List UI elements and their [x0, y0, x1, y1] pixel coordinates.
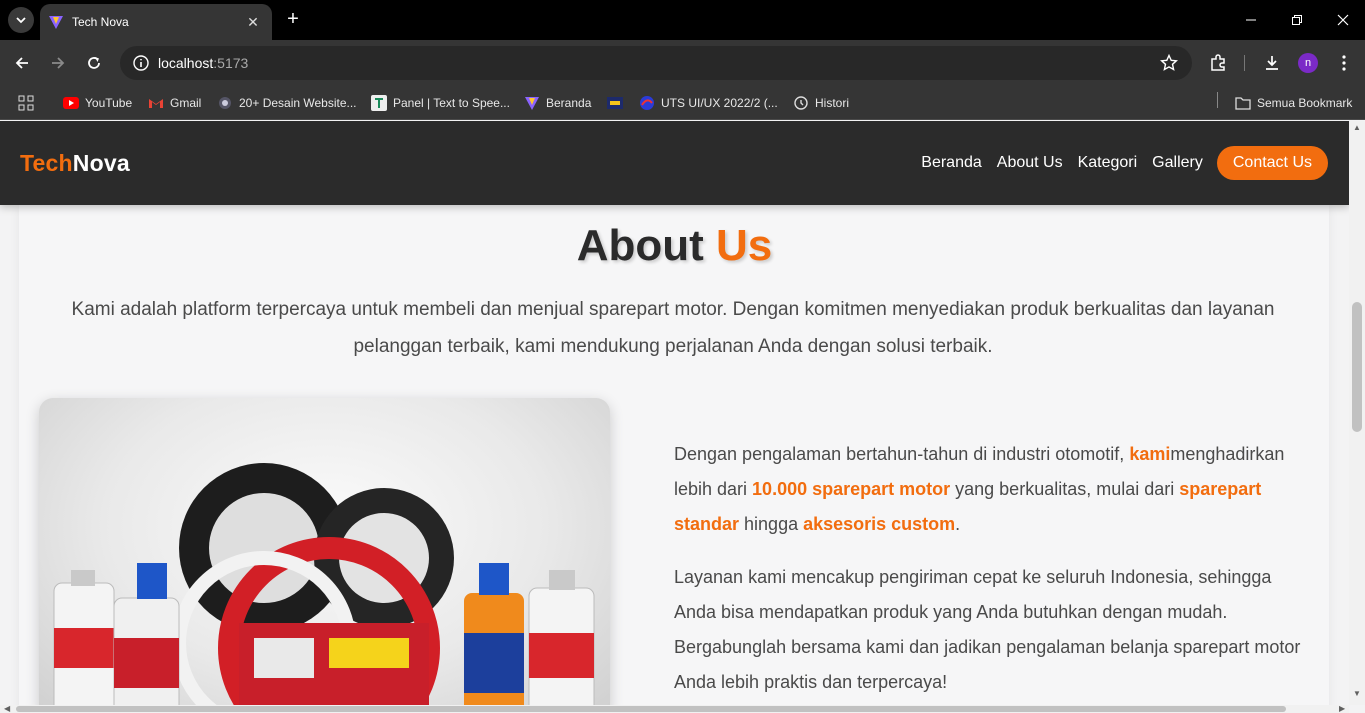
- browser-tab-active[interactable]: Tech Nova ✕: [40, 4, 272, 40]
- minimize-icon[interactable]: [1228, 0, 1274, 40]
- bookmark-label: Beranda: [546, 96, 592, 110]
- bookmarks-divider: [1217, 92, 1218, 108]
- address-bar[interactable]: localhost:5173: [120, 46, 1192, 80]
- nav-link-kategori[interactable]: Kategori: [1078, 154, 1138, 172]
- site-icon: [217, 95, 233, 111]
- all-bookmarks-label: Semua Bookmark: [1257, 96, 1353, 110]
- highlight-kami: kami: [1129, 444, 1171, 464]
- bookmark-flag[interactable]: [607, 93, 623, 113]
- page-viewport: TechNova Beranda About Us Kategori Galle…: [0, 121, 1349, 705]
- scroll-left-arrow-icon[interactable]: ◀: [4, 704, 10, 713]
- bookmark-label: Histori: [815, 96, 850, 110]
- highlight-aksesoris-custom: aksesoris custom: [803, 514, 956, 534]
- flag-icon: [607, 95, 623, 111]
- logo-part-tech: Tech: [20, 150, 73, 176]
- text-segment: yang berkualitas, mulai dari: [950, 479, 1180, 499]
- browser-titlebar: Tech Nova ✕ +: [0, 0, 1365, 40]
- about-heading-part1: About: [576, 221, 717, 270]
- about-body: Dengan pengalaman bertahun-tahun di indu…: [674, 437, 1304, 700]
- new-tab-button[interactable]: +: [282, 9, 304, 31]
- site-navbar: TechNova Beranda About Us Kategori Galle…: [0, 121, 1349, 205]
- nav-link-beranda[interactable]: Beranda: [921, 154, 982, 172]
- scroll-down-arrow-icon[interactable]: ▼: [1353, 689, 1361, 698]
- close-window-icon[interactable]: [1320, 0, 1365, 40]
- bookmarks-bar: YouTube Gmail 20+ Desain Website... Pane…: [0, 86, 1365, 120]
- bookmark-star-icon[interactable]: [1160, 54, 1178, 72]
- bookmark-youtube[interactable]: YouTube: [63, 93, 132, 113]
- url-host: localhost: [158, 55, 214, 71]
- gmail-icon: [148, 95, 164, 111]
- text-segment: Dengan pengalaman bertahun-tahun di indu…: [674, 444, 1130, 464]
- close-tab-icon[interactable]: ✕: [244, 13, 262, 31]
- t-icon: [371, 95, 387, 111]
- bookmark-desain-website[interactable]: 20+ Desain Website...: [217, 93, 357, 113]
- url-port: :5173: [213, 55, 249, 71]
- site-logo[interactable]: TechNova: [20, 150, 130, 177]
- about-paragraph-2: Layanan kami mencakup pengiriman cepat k…: [674, 567, 1301, 692]
- about-heading-accent: Us: [716, 221, 773, 270]
- bookmark-uts-uiux[interactable]: UTS UI/UX 2022/2 (...: [639, 93, 778, 113]
- extensions-icon[interactable]: [1207, 52, 1229, 74]
- profile-avatar[interactable]: n: [1298, 53, 1318, 73]
- about-paragraph-1: Dengan pengalaman bertahun-tahun di indu…: [674, 437, 1304, 542]
- vertical-scrollbar-thumb[interactable]: [1352, 302, 1362, 432]
- bookmark-label: 20+ Desain Website...: [239, 96, 357, 110]
- text-segment: .: [955, 514, 961, 534]
- chevron-down-icon: [16, 17, 26, 24]
- history-icon: [793, 95, 809, 111]
- bookmark-gmail[interactable]: Gmail: [148, 93, 201, 113]
- sparepart-products-image: [39, 398, 610, 705]
- apps-icon[interactable]: [18, 93, 34, 113]
- folder-icon: [1235, 95, 1251, 111]
- scroll-up-arrow-icon[interactable]: ▲: [1353, 123, 1361, 132]
- tab-title: Tech Nova: [72, 15, 129, 29]
- about-heading: About Us: [0, 221, 1349, 271]
- bookmark-beranda[interactable]: Beranda: [524, 93, 591, 113]
- download-icon[interactable]: [1261, 52, 1283, 74]
- tab-search-button[interactable]: [8, 7, 34, 33]
- youtube-icon: [63, 95, 79, 111]
- logo-part-nova: Nova: [72, 150, 130, 176]
- site-info-icon[interactable]: [132, 54, 150, 72]
- bookmark-label: Gmail: [170, 96, 202, 110]
- browser-toolbar: localhost:5173: [0, 40, 1365, 86]
- restore-icon[interactable]: [1274, 0, 1320, 40]
- bookmark-text-to-speech[interactable]: Panel | Text to Spee...: [371, 93, 510, 113]
- horizontal-scrollbar-thumb[interactable]: [16, 706, 1286, 712]
- bookmark-label: Panel | Text to Spee...: [393, 96, 510, 110]
- more-menu-icon[interactable]: [1333, 52, 1355, 74]
- nav-link-about[interactable]: About Us: [997, 154, 1063, 172]
- vite-icon: [524, 95, 540, 111]
- text-segment: hingga: [739, 514, 804, 534]
- all-bookmarks-folder[interactable]: Semua Bookmark: [1235, 93, 1352, 113]
- back-arrow-icon[interactable]: [11, 52, 33, 74]
- bookmark-label: YouTube: [85, 96, 133, 110]
- contact-us-button[interactable]: Contact Us: [1216, 146, 1328, 180]
- nav-menu: Beranda About Us Kategori Gallery Contac…: [906, 146, 1328, 180]
- reload-icon[interactable]: [83, 52, 105, 74]
- about-intro: Kami adalah platform terpercaya untuk me…: [71, 299, 1275, 357]
- nav-link-gallery[interactable]: Gallery: [1152, 154, 1203, 172]
- toolbar-divider: [1244, 55, 1245, 71]
- highlight-sparepart-count: 10.000 sparepart motor: [752, 479, 951, 499]
- vite-icon: [49, 16, 63, 29]
- scroll-right-arrow-icon[interactable]: ▶: [1339, 704, 1345, 713]
- bookmark-histori[interactable]: Histori: [793, 93, 849, 113]
- sparepart-illustration: [53, 463, 595, 705]
- forward-arrow-icon[interactable]: [47, 52, 69, 74]
- bookmark-label: UTS UI/UX 2022/2 (...: [661, 96, 778, 110]
- edge-icon: [639, 95, 655, 111]
